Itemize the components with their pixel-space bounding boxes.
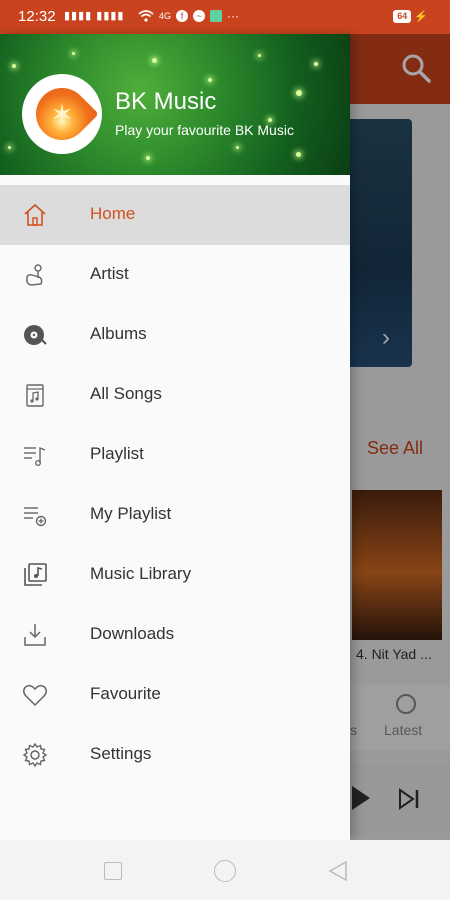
menu-item-label: Playlist xyxy=(90,444,144,463)
music-library-icon xyxy=(24,563,47,586)
app-icon xyxy=(210,10,223,22)
more-icon: ··· xyxy=(227,9,240,23)
my-playlist-icon xyxy=(24,507,47,527)
app-logo: ✶ xyxy=(22,74,102,154)
download-icon xyxy=(24,624,46,646)
facebook-icon: f xyxy=(176,10,189,22)
sparkle-decoration xyxy=(72,52,75,55)
menu-item-playlist[interactable]: Playlist xyxy=(0,425,350,485)
sun-icon: ✶ xyxy=(50,98,74,130)
sparkle-decoration xyxy=(296,152,301,157)
menu-item-label: Albums xyxy=(90,324,147,343)
playlist-icon xyxy=(24,446,46,467)
sparkle-decoration xyxy=(296,90,302,96)
menu-item-label: All Songs xyxy=(90,384,162,403)
drawer-title: BK Music xyxy=(115,88,217,115)
sparkle-decoration xyxy=(236,146,239,149)
system-nav-bar xyxy=(0,840,450,900)
recent-apps-button[interactable] xyxy=(104,862,122,880)
menu-item-label: Artist xyxy=(90,264,129,283)
back-button[interactable] xyxy=(328,860,348,882)
menu-item-favourite[interactable]: Favourite xyxy=(0,665,350,725)
menu-item-settings[interactable]: Settings xyxy=(0,725,350,785)
drawer-subtitle: Play your favourite BK Music xyxy=(115,122,294,138)
messenger-icon: ~ xyxy=(193,10,206,22)
menu-item-home[interactable]: Home xyxy=(0,185,350,245)
menu-item-my-playlist[interactable]: My Playlist xyxy=(0,485,350,545)
wifi-icon xyxy=(138,10,154,22)
sparkle-decoration xyxy=(8,146,11,149)
artist-icon xyxy=(26,264,43,286)
sparkle-decoration xyxy=(12,64,16,68)
sparkle-decoration xyxy=(258,54,261,57)
menu-item-music-library[interactable]: Music Library xyxy=(0,545,350,605)
drawer-menu: Home Artist Albums All Songs Playlist My… xyxy=(0,185,350,785)
menu-item-downloads[interactable]: Downloads xyxy=(0,605,350,665)
menu-item-label: Settings xyxy=(90,744,152,763)
album-disc-icon xyxy=(24,325,47,345)
menu-item-label: Music Library xyxy=(90,564,192,583)
notification-icons: 4G f ~ ··· xyxy=(138,9,239,23)
menu-item-label: My Playlist xyxy=(90,504,172,523)
charging-icon: ⚡ xyxy=(414,11,428,23)
sparkle-decoration xyxy=(146,156,150,160)
menu-item-label: Downloads xyxy=(90,624,175,643)
home-icon xyxy=(24,203,46,226)
sparkle-decoration xyxy=(314,62,318,66)
network-type: 4G xyxy=(159,11,172,21)
sparkle-decoration xyxy=(208,78,212,82)
song-file-icon xyxy=(26,384,44,407)
menu-item-label: Home xyxy=(90,204,136,223)
menu-item-all-songs[interactable]: All Songs xyxy=(0,365,350,425)
sparkle-decoration xyxy=(152,58,157,63)
heart-icon xyxy=(23,684,47,707)
status-time: 12:32 xyxy=(18,8,56,25)
gear-icon xyxy=(22,742,48,768)
battery-indicator: 64 ⚡ xyxy=(393,10,428,23)
navigation-drawer: ✶ BK Music Play your favourite BK Music … xyxy=(0,34,350,840)
battery-level: 64 xyxy=(393,10,412,23)
signal-icon: ▮▮▮▮ ▮▮▮▮ xyxy=(64,10,125,22)
menu-item-artist[interactable]: Artist xyxy=(0,245,350,305)
drawer-header: ✶ BK Music Play your favourite BK Music xyxy=(0,34,350,175)
menu-item-albums[interactable]: Albums xyxy=(0,305,350,365)
home-button[interactable] xyxy=(214,860,236,882)
status-bar: 12:32 ▮▮▮▮ ▮▮▮▮ 4G f ~ ··· 64 ⚡ xyxy=(0,0,450,34)
menu-item-label: Favourite xyxy=(90,684,161,703)
